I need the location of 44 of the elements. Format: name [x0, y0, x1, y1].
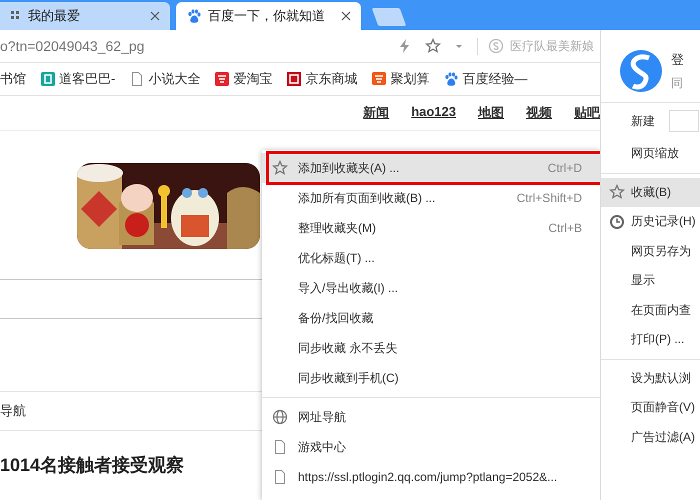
menu-item[interactable]: 网页缩放	[601, 139, 700, 168]
bookmark-item[interactable]: 京东商城	[286, 70, 358, 88]
menu-item[interactable]: 设为默认浏	[601, 364, 700, 393]
bookmark-item[interactable]: 聚划算	[371, 70, 430, 88]
menu-item[interactable]: 游戏中心	[262, 432, 600, 462]
address-field[interactable]: o?tn=02049043_62_pg	[0, 38, 144, 54]
menu-item[interactable]: 网址导航	[262, 402, 600, 432]
browser-tab[interactable]: 百度一下，你就知道	[176, 2, 361, 30]
menu-item[interactable]: 优化标题(T) ...	[262, 243, 600, 273]
bookmark-item[interactable]: 小说大全	[129, 70, 200, 88]
menu-item[interactable]: 导入/导出收藏(I) ...	[262, 273, 600, 303]
bookmark-item[interactable]: 百度经验—	[443, 70, 528, 88]
nav-link[interactable]: 视频	[526, 104, 552, 122]
shortcut-label: Ctrl+Shift+D	[516, 191, 582, 205]
search-hint: 医疗队最美新娘	[510, 38, 594, 54]
news-headline[interactable]: 1014名接触者接受观察	[0, 453, 184, 477]
bookmark-item[interactable]: 爱淘宝	[214, 70, 272, 88]
menu-item[interactable]: 新建	[601, 103, 700, 139]
menu-item[interactable]: 添加所有页面到收藏(B) ... Ctrl+Shift+D	[262, 183, 600, 213]
browser-tab[interactable]: 我的最爱	[0, 2, 170, 30]
nav-link[interactable]: 贴吧	[574, 104, 600, 122]
shortcut-label: Ctrl+D	[548, 161, 582, 175]
menu-item[interactable]: 添加到收藏夹(A) ... Ctrl+D	[262, 153, 600, 183]
nav-link[interactable]: 新闻	[363, 104, 390, 122]
menu-item[interactable]: 页面静音(V)	[601, 393, 700, 422]
menu-item[interactable]: 同步收藏到手机(C)	[262, 363, 600, 393]
menu-item[interactable]: 备份/找回收藏	[262, 303, 600, 333]
shortcut-label: Ctrl+B	[548, 221, 582, 235]
menu-item[interactable]: 整理收藏夹(M) Ctrl+B	[262, 213, 600, 243]
login-link[interactable]: 登	[671, 50, 684, 68]
menu-item[interactable]: 收藏(B)	[601, 178, 700, 207]
menu-item[interactable]: 历史记录(H)	[601, 207, 700, 236]
sync-text: 同	[671, 74, 684, 92]
nav-link[interactable]: 地图	[478, 104, 504, 122]
menu-item[interactable]: 网页另存为	[601, 236, 700, 266]
bookmark-item[interactable]: 道客巴巴-	[40, 70, 116, 88]
menu-item[interactable]: 显示	[601, 266, 700, 296]
nav-link[interactable]: hao123	[411, 104, 456, 122]
menu-item[interactable]: 同步收藏 永不丢失	[262, 333, 600, 363]
menu-item[interactable]: 广告过滤(A)	[601, 422, 700, 452]
menu-item[interactable]: 在页面内查	[601, 296, 700, 325]
menu-item[interactable]: https://ssl.ptlogin2.qq.com/jump?ptlang=2052&...	[262, 462, 600, 492]
bookmark-item[interactable]: 书馆	[0, 70, 26, 88]
menu-item[interactable]: 打印(P) ...	[601, 325, 700, 354]
